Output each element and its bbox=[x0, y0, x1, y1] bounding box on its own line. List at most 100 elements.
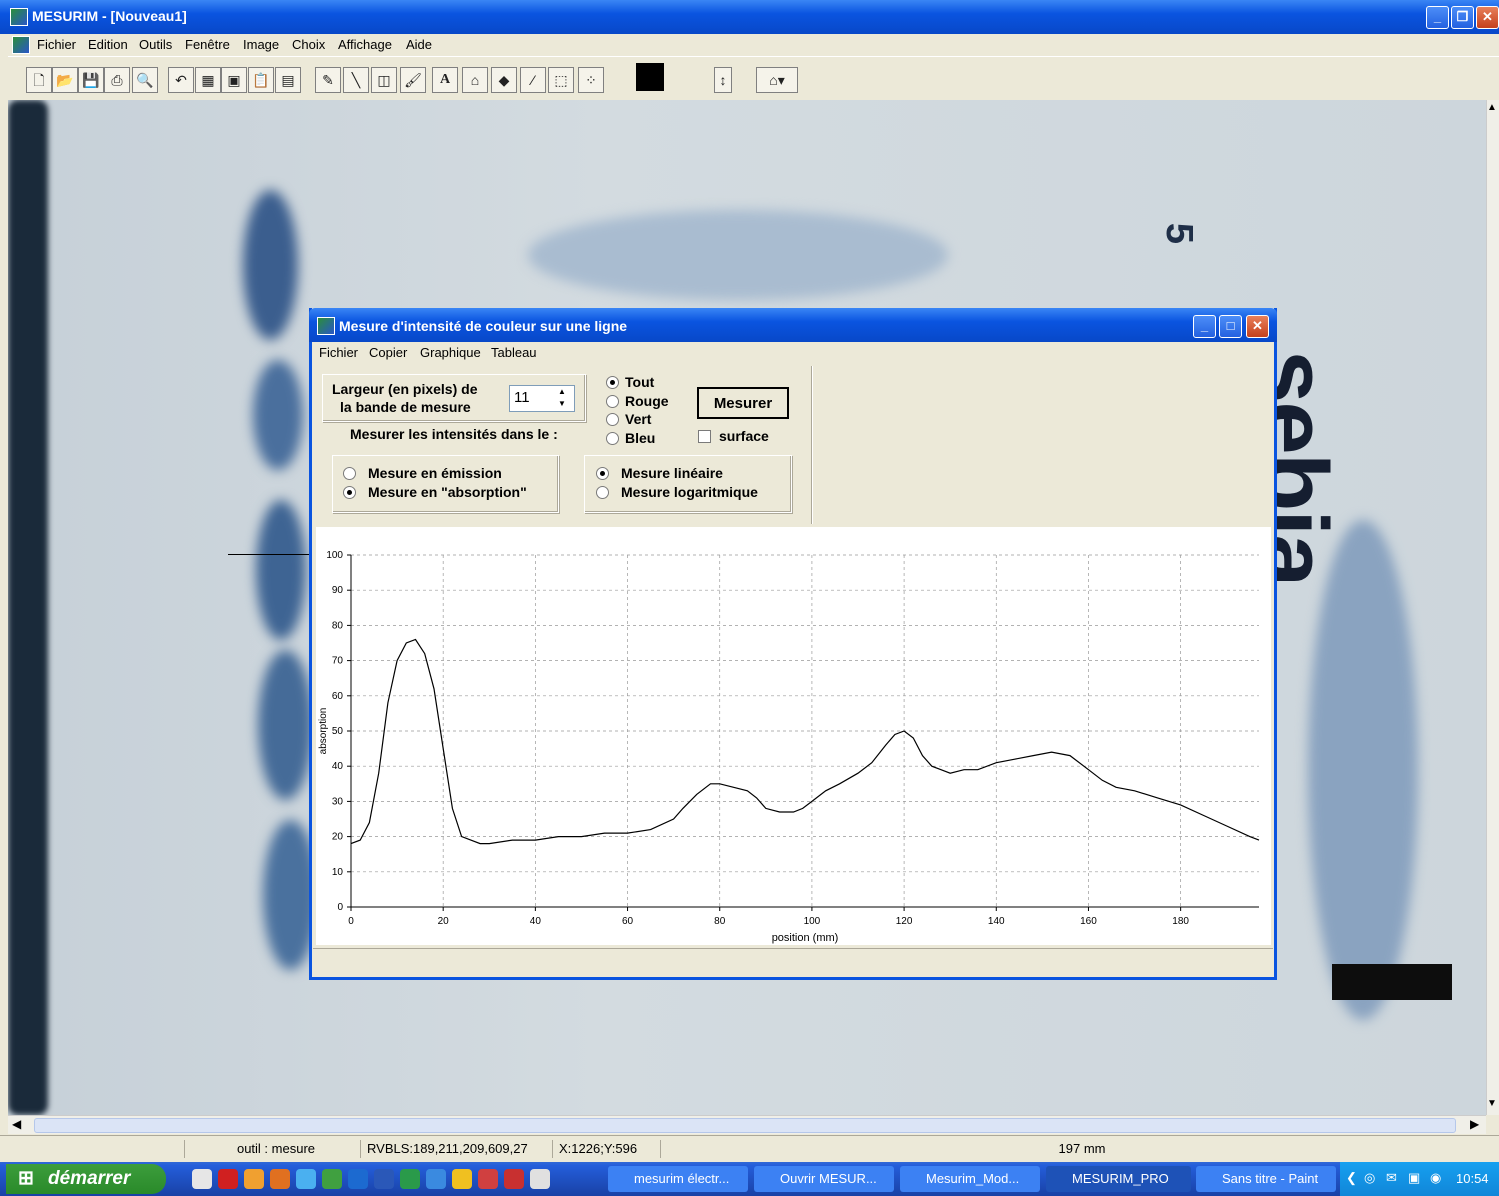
spinner-icon[interactable]: ↕ bbox=[714, 67, 732, 93]
black-marker bbox=[1332, 964, 1452, 1000]
dialog-maximize-button[interactable]: □ bbox=[1219, 315, 1242, 338]
pencil-icon[interactable]: ✎ bbox=[315, 67, 341, 93]
dialog-menu-copier[interactable]: Copier bbox=[369, 345, 407, 360]
menu-image[interactable]: Image bbox=[243, 37, 279, 52]
start-button[interactable]: ⊞ démarrer bbox=[6, 1164, 166, 1194]
color-swatch[interactable] bbox=[636, 63, 664, 91]
restore-button[interactable]: ❐ bbox=[1451, 6, 1474, 29]
color-picker-icon[interactable]: ⁄ bbox=[520, 67, 546, 93]
x-axis-label: position (mm) bbox=[772, 932, 839, 944]
start-label: démarrer bbox=[48, 1168, 131, 1189]
main-title-bar[interactable]: MESURIM - [Nouveau1] _ ❐ ✕ bbox=[0, 0, 1499, 34]
horizontal-scrollbar[interactable]: ◀ ▶ bbox=[8, 1115, 1486, 1134]
undo-icon[interactable]: ↶ bbox=[168, 67, 194, 93]
clock[interactable]: 10:54 bbox=[1456, 1171, 1489, 1186]
spin-down-icon[interactable]: ▼ bbox=[558, 398, 566, 410]
close-button[interactable]: ✕ bbox=[1476, 6, 1499, 29]
scroll-up-icon[interactable]: ▲ bbox=[1487, 102, 1497, 113]
task-ouvrir-mesurim[interactable]: Ouvrir MESUR... bbox=[754, 1166, 894, 1192]
quicklaunch-icon[interactable] bbox=[530, 1169, 550, 1189]
surface-checkbox[interactable] bbox=[698, 430, 711, 443]
fill-icon[interactable]: ◆ bbox=[491, 67, 517, 93]
quicklaunch-icon[interactable] bbox=[478, 1169, 498, 1189]
paste-icon[interactable]: 📋 bbox=[248, 67, 274, 93]
quicklaunch-icon[interactable] bbox=[452, 1169, 472, 1189]
dialog-close-button[interactable]: ✕ bbox=[1246, 315, 1269, 338]
task-mesurim-mod[interactable]: Mesurim_Mod... bbox=[900, 1166, 1040, 1192]
radio-logaritmique[interactable] bbox=[596, 486, 609, 499]
quicklaunch-icon[interactable] bbox=[192, 1169, 212, 1189]
dialog-menu-graphique[interactable]: Graphique bbox=[420, 345, 481, 360]
quicklaunch-icon[interactable] bbox=[218, 1169, 238, 1189]
radio-emission[interactable] bbox=[343, 467, 356, 480]
tray-icon[interactable]: ◎ bbox=[1364, 1170, 1375, 1186]
text-icon[interactable]: A bbox=[432, 67, 458, 93]
quicklaunch-icon[interactable] bbox=[244, 1169, 264, 1189]
line-icon[interactable]: ╲ bbox=[343, 67, 369, 93]
measure-dropdown-icon[interactable]: ⌂▾ bbox=[756, 67, 798, 93]
task-paint[interactable]: Sans titre - Paint bbox=[1196, 1166, 1336, 1192]
spin-up-icon[interactable]: ▲ bbox=[558, 386, 566, 398]
tray-icon[interactable]: ◉ bbox=[1430, 1170, 1441, 1186]
dialog-title-bar[interactable]: Mesure d'intensité de couleur sur une li… bbox=[309, 308, 1277, 342]
dialog-menu-fichier[interactable]: Fichier bbox=[319, 345, 358, 360]
quicklaunch-icon[interactable] bbox=[400, 1169, 420, 1189]
dialog-icon bbox=[317, 317, 335, 335]
radio-tout[interactable] bbox=[606, 376, 619, 389]
shape-icon[interactable]: ◫ bbox=[371, 67, 397, 93]
quicklaunch-icon[interactable] bbox=[322, 1169, 342, 1189]
print-icon[interactable]: ⎙ bbox=[104, 67, 130, 93]
radio-lineaire[interactable] bbox=[596, 467, 609, 480]
brush-icon[interactable]: 🖌 bbox=[400, 67, 426, 93]
scroll-down-icon[interactable]: ▼ bbox=[1487, 1098, 1497, 1109]
radio-absorption[interactable] bbox=[343, 486, 356, 499]
quicklaunch-icon[interactable] bbox=[374, 1169, 394, 1189]
quicklaunch-icon[interactable] bbox=[348, 1169, 368, 1189]
status-length: 197 mm bbox=[660, 1140, 1497, 1158]
width-spinner[interactable]: 11 ▲ ▼ bbox=[509, 385, 575, 412]
band bbox=[256, 500, 306, 640]
band bbox=[258, 650, 313, 800]
menu-affichage[interactable]: Affichage bbox=[338, 37, 392, 52]
new-file-icon[interactable]: 🗋 bbox=[26, 67, 52, 93]
select-icon[interactable]: ⬚ bbox=[548, 67, 574, 93]
crop-icon[interactable]: ▤ bbox=[275, 67, 301, 93]
document-icon bbox=[12, 36, 30, 54]
minimize-button[interactable]: _ bbox=[1426, 6, 1449, 29]
quicklaunch-icon[interactable] bbox=[296, 1169, 316, 1189]
quicklaunch-icon[interactable] bbox=[270, 1169, 290, 1189]
measure-icon[interactable]: ⌂ bbox=[462, 67, 488, 93]
menu-choix[interactable]: Choix bbox=[292, 37, 325, 52]
task-mesurim-electro[interactable]: mesurim électr... bbox=[608, 1166, 748, 1192]
tray-icon[interactable]: ✉ bbox=[1386, 1170, 1397, 1186]
open-folder-icon[interactable]: 📂 bbox=[52, 67, 78, 93]
quicklaunch-icon[interactable] bbox=[426, 1169, 446, 1189]
radio-rouge[interactable] bbox=[606, 395, 619, 408]
x-tick-label: 0 bbox=[348, 916, 354, 927]
scroll-left-icon[interactable]: ◀ bbox=[12, 1117, 21, 1131]
image-icon[interactable]: ▦ bbox=[195, 67, 221, 93]
radio-bleu[interactable] bbox=[606, 432, 619, 445]
points-icon[interactable]: ⁘ bbox=[578, 67, 604, 93]
menu-fichier[interactable]: Fichier bbox=[37, 37, 76, 52]
menu-outils[interactable]: Outils bbox=[139, 37, 172, 52]
quicklaunch-icon[interactable] bbox=[504, 1169, 524, 1189]
zoom-icon[interactable]: 🔍 bbox=[132, 67, 158, 93]
menu-aide[interactable]: Aide bbox=[406, 37, 432, 52]
dialog-menu-tableau[interactable]: Tableau bbox=[491, 345, 537, 360]
menu-edition[interactable]: Edition bbox=[88, 37, 128, 52]
copy-icon[interactable]: ▣ bbox=[221, 67, 247, 93]
width-label-1: Largeur (en pixels) de bbox=[332, 381, 478, 397]
dialog-minimize-button[interactable]: _ bbox=[1193, 315, 1216, 338]
tray-icon[interactable]: ▣ bbox=[1408, 1170, 1420, 1186]
strip-edge bbox=[8, 100, 48, 1115]
scroll-right-icon[interactable]: ▶ bbox=[1470, 1117, 1479, 1131]
mesurer-button[interactable]: Mesurer bbox=[697, 387, 789, 419]
save-icon[interactable]: 💾 bbox=[78, 67, 104, 93]
tray-expand-icon[interactable]: ❮ bbox=[1346, 1170, 1357, 1186]
task-mesurim-pro[interactable]: MESURIM_PRO bbox=[1046, 1166, 1191, 1192]
vertical-scrollbar[interactable]: ▲ ▼ bbox=[1486, 100, 1499, 1115]
radio-vert[interactable] bbox=[606, 413, 619, 426]
scroll-thumb[interactable] bbox=[34, 1118, 1456, 1133]
menu-fenetre[interactable]: Fenêtre bbox=[185, 37, 230, 52]
